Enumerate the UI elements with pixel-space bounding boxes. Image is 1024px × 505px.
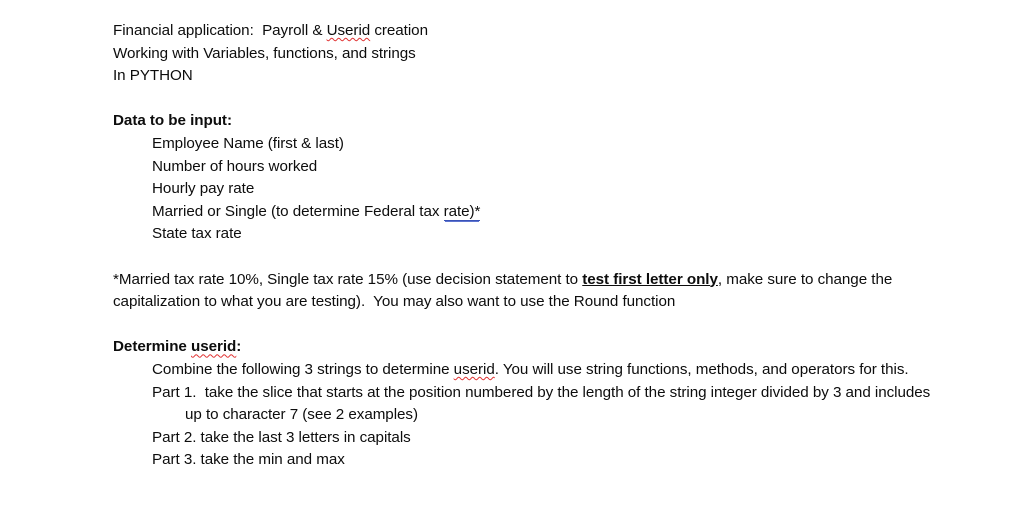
userid-part-3: Part 3. take the min and max bbox=[152, 451, 345, 469]
title-line-1: Financial application: Payroll & Userid … bbox=[113, 20, 945, 43]
userid-part-1: Part 1. take the slice that starts at th… bbox=[152, 383, 935, 424]
data-input-item-employee-name: Employee Name (first & last) bbox=[152, 134, 344, 152]
title-line-1-pre: Financial application: Payroll & bbox=[113, 22, 327, 39]
title-line-3: In PYTHON bbox=[113, 67, 193, 85]
data-input-item-marital-status: Married or Single (to determine Federal … bbox=[152, 201, 945, 224]
title-line-1-post: creation bbox=[370, 22, 428, 39]
data-input-heading: Data to be input: bbox=[113, 112, 232, 130]
userid-heading-spellcheck-word: userid bbox=[191, 338, 237, 356]
userid-intro-paragraph: Combine the following 3 strings to deter… bbox=[113, 359, 945, 382]
title-line-2: Working with Variables, functions, and s… bbox=[113, 44, 416, 62]
userid-intro-pre: Combine the following 3 strings to deter… bbox=[152, 360, 454, 378]
data-input-item-state-tax-rate: State tax rate bbox=[152, 225, 242, 243]
determine-userid-heading-pre: Determine bbox=[113, 338, 191, 356]
userid-intro-spellcheck-word: userid bbox=[453, 360, 495, 378]
spacer-after-tax-note bbox=[113, 314, 945, 337]
determine-userid-heading: Determine userid: bbox=[113, 336, 945, 359]
userid-spellcheck-word: Userid bbox=[326, 22, 371, 39]
data-input-item-hours-worked: Number of hours worked bbox=[152, 157, 318, 175]
tax-note-pre: *Married tax rate 10%, Single tax rate 1… bbox=[113, 270, 583, 288]
document-page: Financial application: Payroll & Userid … bbox=[0, 0, 1024, 505]
tax-rate-note-paragraph: *Married tax rate 10%, Single tax rate 1… bbox=[113, 269, 945, 314]
title-block: Financial application: Payroll & Userid … bbox=[113, 20, 945, 88]
spacer-after-data-section bbox=[113, 246, 945, 269]
userid-intro-post: . You will use string functions, methods… bbox=[494, 360, 909, 378]
tax-rate-grammarcheck-phrase: rate)* bbox=[443, 202, 481, 221]
spacer-after-title bbox=[113, 88, 945, 111]
userid-part-2: Part 2. take the last 3 letters in capit… bbox=[152, 428, 411, 446]
test-first-letter-only-emphasis: test first letter only bbox=[582, 270, 718, 288]
determine-userid-heading-post: : bbox=[236, 338, 242, 356]
determine-userid-section: Determine userid: Combine the following … bbox=[113, 336, 945, 472]
data-input-item-hourly-pay-rate: Hourly pay rate bbox=[152, 180, 255, 198]
marital-status-text: Married or Single (to determine Federal … bbox=[152, 202, 444, 220]
data-to-be-input-section: Data to be input: Employee Name (first &… bbox=[113, 110, 945, 246]
